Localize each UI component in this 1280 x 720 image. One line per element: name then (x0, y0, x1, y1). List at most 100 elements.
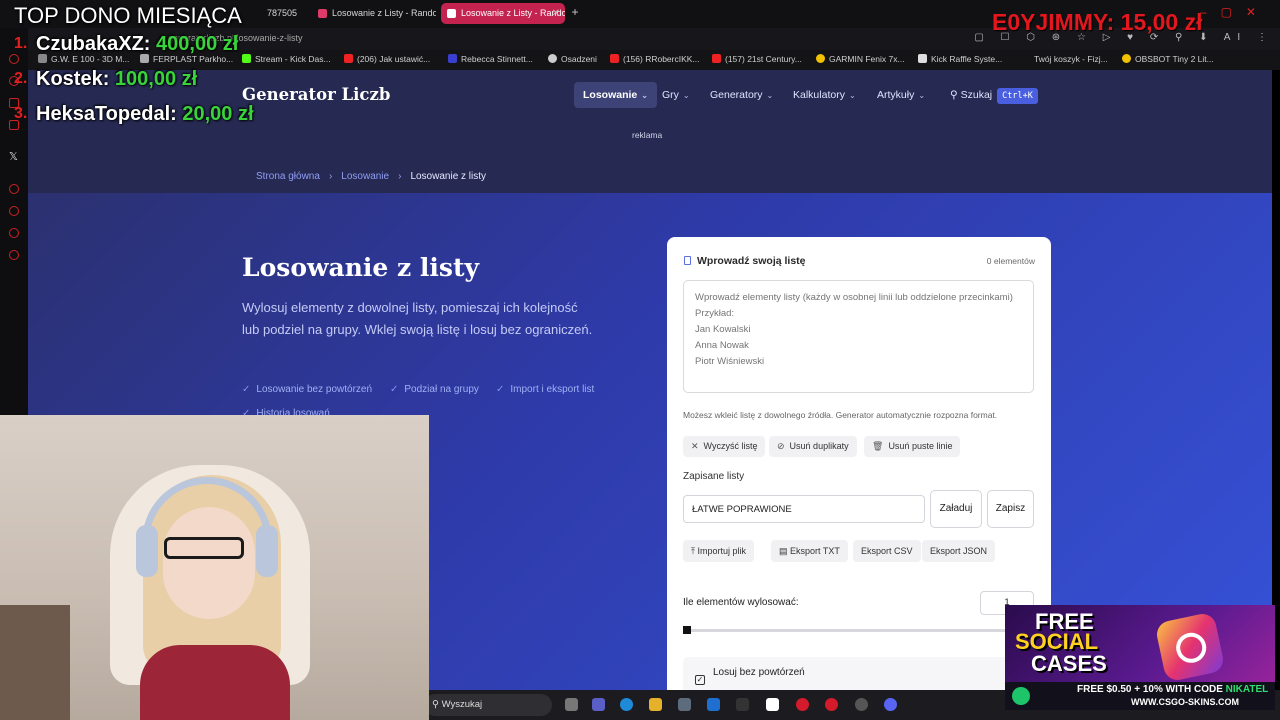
donor-rank: 2. (14, 70, 28, 87)
donor-rank: 1. (14, 35, 28, 52)
bookmark[interactable]: GARMIN Fenix 7x... (816, 54, 905, 64)
app-icon[interactable] (766, 698, 779, 711)
bookmark[interactable]: OBSBOT Tiny 2 Lit... (1122, 54, 1214, 64)
close-icon: ✕ (691, 441, 699, 451)
donor-rank: 3. (14, 105, 28, 122)
remove-duplicates-button[interactable]: ⊘ Usuń duplikaty (769, 436, 857, 457)
file-icon: ▤ (779, 546, 791, 556)
nav-gry[interactable]: Gry ⌄ (653, 82, 699, 108)
youtube-icon (344, 54, 353, 63)
bookmark-icon (448, 54, 457, 63)
new-tab-button[interactable]: + (568, 5, 582, 19)
app-icon[interactable] (736, 698, 749, 711)
instagram-icon (1154, 611, 1226, 683)
window-controls[interactable]: –▢✕ (1200, 5, 1270, 19)
store-icon[interactable] (678, 698, 691, 711)
sponsor-url: WWW.CSGO-SKINS.COM (1131, 697, 1239, 707)
bookmark[interactable]: (156) RRobercIKK... (610, 54, 700, 64)
export-txt-button[interactable]: ▤ Eksport TXT (771, 540, 848, 562)
breadcrumb-home[interactable]: Strona główna (256, 171, 320, 182)
breadcrumb-losowanie[interactable]: Losowanie (341, 171, 389, 182)
check-icon: ✓ (390, 384, 399, 395)
remove-empty-lines-button[interactable]: 🗑 Usuń puste linie (864, 436, 961, 457)
youtube-icon (712, 54, 721, 63)
nav-kalkulatory[interactable]: Kalkulatory ⌄ (784, 82, 865, 108)
chevron-down-icon: ⌄ (682, 91, 690, 100)
glasses (164, 537, 244, 559)
bookmark-icon (1122, 54, 1131, 63)
sponsor-banner: FREE SOCIAL CASES FREE $0.50 + 10% WITH … (1005, 605, 1275, 710)
teams-icon[interactable] (592, 698, 605, 711)
streamer-top (140, 645, 290, 720)
app-icon[interactable] (855, 698, 868, 711)
export-csv-button[interactable]: Eksport CSV (853, 540, 921, 562)
format-hint: Możesz wkleić listę z dowolnego źródła. … (683, 410, 998, 420)
quantity-slider[interactable] (685, 629, 1034, 632)
trash-icon: 🗑 (872, 441, 884, 451)
taskbar-search[interactable]: ⚲ Wyszukaj (424, 694, 552, 716)
bookmark[interactable]: Stream - Kick Das... (242, 54, 331, 64)
shortcut-badge: Ctrl+K (997, 88, 1038, 104)
browser-tab[interactable]: 787505 (255, 3, 307, 24)
search-icon: ⚲ (950, 89, 961, 101)
ai-button[interactable]: AI (1224, 32, 1247, 43)
feature-item: ✓ Import i eksport list (496, 384, 595, 395)
site-logo[interactable]: Generator Liczb (242, 85, 390, 104)
browser-tab[interactable]: Losowanie z Listy - Rando (312, 3, 436, 24)
headphone-cup (136, 525, 158, 577)
save-button[interactable]: Zapisz (987, 490, 1034, 528)
bookmark[interactable]: (157) 21st Century... (712, 54, 802, 64)
check-icon: ✓ (242, 384, 251, 395)
history-icon[interactable] (9, 206, 19, 216)
export-json-button[interactable]: Eksport JSON (922, 540, 996, 562)
page-description: Wylosuj elementy z dowolnej listy, pomie… (242, 300, 593, 337)
bookmark-icon (548, 54, 557, 63)
bookmark[interactable]: Osadzeni (548, 54, 597, 64)
clear-list-button[interactable]: ✕ Wyczyść listę (683, 436, 766, 457)
close-tab-icon[interactable]: ✕ (552, 3, 560, 24)
mail-icon[interactable] (707, 698, 720, 711)
site-header: Generator Liczb Losowanie ⌄ Gry ⌄ Generato… (28, 70, 1272, 193)
x-icon[interactable]: 𝕏 (9, 150, 18, 163)
webcam-feed (0, 415, 429, 720)
bookmark-icon (816, 54, 825, 63)
clipboard-icon (684, 256, 691, 265)
edge-icon[interactable] (620, 698, 633, 711)
load-button[interactable]: Załaduj (930, 490, 982, 528)
nav-losowanie[interactable]: Losowanie ⌄ (574, 82, 657, 108)
check-icon: ✓ (496, 384, 505, 395)
browser-tab-active[interactable]: Losowanie z Listy - Rando ✕ (441, 3, 565, 24)
site-favicon-icon (447, 9, 456, 18)
sidebar-app-icon[interactable] (9, 54, 19, 64)
nav-generatory[interactable]: Generatory ⌄ (701, 82, 782, 108)
donor-entry: CzubakaXZ: 400,00 zł (36, 33, 239, 55)
settings-icon[interactable] (9, 250, 19, 260)
streamer-face (163, 507, 255, 619)
bookmark[interactable]: Kick Raffle Syste... (918, 54, 1002, 64)
sidebar-app-icon[interactable] (9, 184, 19, 194)
obs-icon[interactable] (796, 698, 809, 711)
file-explorer-icon[interactable] (649, 698, 662, 711)
bookmark[interactable]: Rebecca Stinnett... (448, 54, 533, 64)
bookmark[interactable]: (206) Jak ustawić... (344, 54, 430, 64)
donor-entry: Kostek: 100,00 zł (36, 68, 198, 90)
list-textarea[interactable] (683, 280, 1034, 393)
bookmark[interactable]: Twój koszyk - Fizj... (1034, 54, 1108, 64)
task-view-icon[interactable] (565, 698, 578, 711)
import-file-button[interactable]: ⤒ Importuj plik (683, 540, 754, 562)
chevron-down-icon: ⌄ (918, 91, 926, 100)
chevron-right-icon: › (328, 171, 333, 182)
saved-list-field[interactable] (683, 495, 925, 523)
page-icon (918, 54, 927, 63)
ad-label: reklama (632, 130, 663, 140)
no-repeat-checkbox[interactable]: ✓ (695, 675, 705, 685)
feature-item: ✓ Podział na grupy (390, 384, 479, 395)
coin-icon (1012, 687, 1030, 705)
search-button[interactable]: ⚲ Szukaj Ctrl+K (950, 85, 1038, 105)
discord-icon[interactable] (884, 698, 897, 711)
nav-artykuly[interactable]: Artykuły ⌄ (868, 82, 934, 108)
sidebar-app-icon[interactable] (9, 228, 19, 238)
tab-title: Losowanie z Listy - Rando (461, 8, 565, 18)
slider-handle[interactable] (683, 626, 691, 634)
opera-icon[interactable] (825, 698, 838, 711)
